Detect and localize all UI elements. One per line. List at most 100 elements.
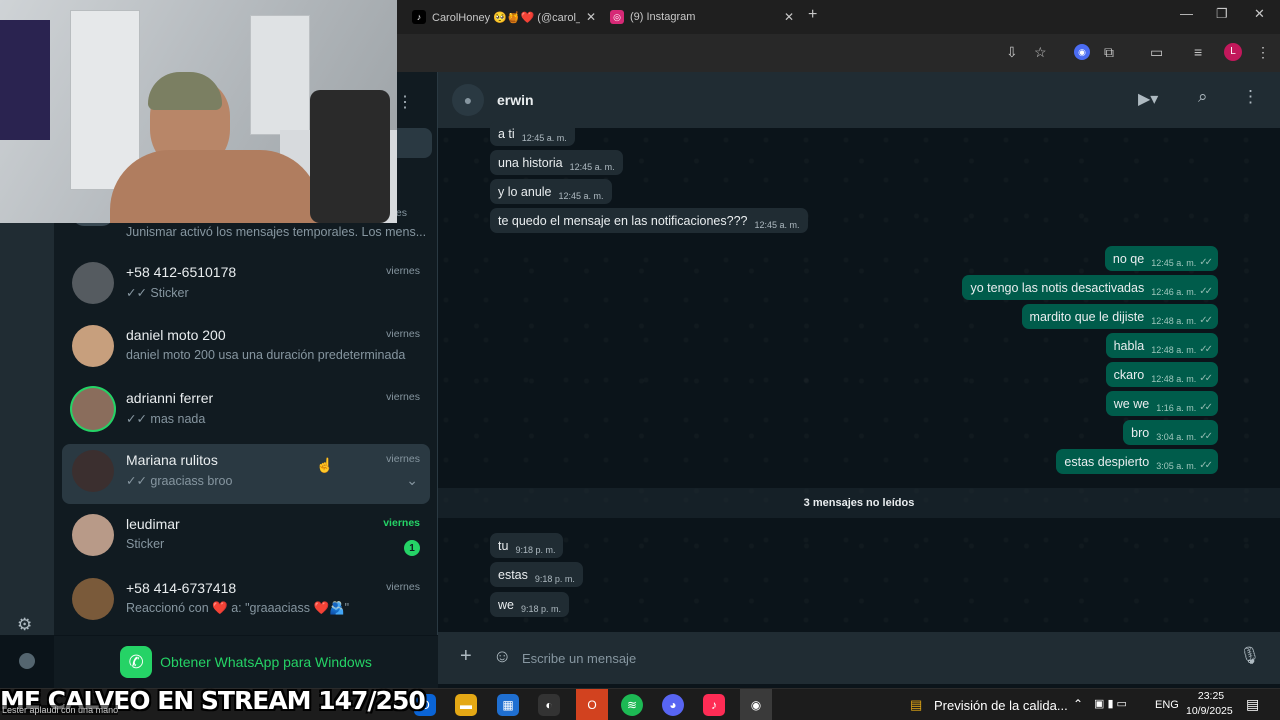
message-text: habla — [1113, 338, 1145, 353]
list-item[interactable]: daniel moto 200 daniel moto 200 usa una … — [62, 319, 430, 379]
chat-preview: daniel moto 200 usa una duración predete… — [126, 348, 406, 362]
message-out[interactable]: ckaro 12:48 a. m. ✓✓ — [1105, 362, 1218, 387]
minimize-icon[interactable]: — — [1180, 6, 1193, 21]
message-out[interactable]: estas despierto 3:05 a. m. ✓✓ — [1056, 449, 1218, 474]
clock-time[interactable]: 23:25 — [1196, 690, 1226, 702]
contact-name[interactable]: erwin — [497, 92, 534, 108]
list-item[interactable]: adrianni ferrer ✓✓ mas nada viernes — [62, 382, 430, 442]
file-explorer-icon[interactable]: ▬ — [455, 694, 477, 716]
weather-icon: ▤ — [910, 697, 923, 712]
emoji-sticker-icon[interactable]: ☺ — [493, 646, 511, 667]
weather-text[interactable]: Previsión de la calida... — [934, 698, 1068, 713]
chat-name: adrianni ferrer — [126, 390, 214, 406]
app-icon[interactable]: ◐ — [538, 694, 560, 716]
message-in[interactable]: we 9:18 p. m. — [490, 592, 570, 617]
chat-preview: ✓✓ Sticker — [126, 286, 189, 300]
message-text: a ti — [498, 126, 515, 141]
tray-chevron-icon[interactable]: ⌃ — [1073, 697, 1083, 711]
person-body — [110, 150, 320, 223]
message-text: te quedo el mensaje en las notificacione… — [498, 213, 748, 228]
get-whatsapp-banner[interactable]: ✆ Obtener WhatsApp para Windows — [54, 636, 438, 688]
double-check-icon: ✓✓ — [1199, 315, 1213, 326]
chat-header[interactable]: ● erwin ▶▾ ⌕ ⋮ — [438, 72, 1280, 128]
avatar — [72, 578, 114, 620]
video-call-icon[interactable]: ▶▾ — [1138, 89, 1158, 109]
notification-icon[interactable]: ▤ — [1246, 696, 1259, 713]
double-check-icon: ✓✓ — [1199, 460, 1213, 471]
message-time: 12:45 a. m. — [1151, 257, 1197, 268]
double-check-icon: ✓✓ — [1199, 373, 1213, 384]
message-out[interactable]: mardito que le dijiste 12:48 a. m. ✓✓ — [1021, 304, 1218, 329]
list-item[interactable]: +58 414-6737418 Reaccionó con ❤️ a: "gra… — [62, 572, 430, 632]
message-in[interactable]: tu 9:18 p. m. — [490, 533, 564, 558]
search-icon[interactable]: ⌕ — [1198, 87, 1208, 107]
whatsapp-logo-icon: ✆ — [120, 646, 153, 678]
clock-date[interactable]: 10/9/2025 — [1186, 705, 1233, 717]
chat-name: leudimar — [126, 516, 180, 532]
message-time: 12:46 a. m. — [1151, 286, 1197, 297]
new-tab-button[interactable]: + — [808, 6, 817, 24]
message-in[interactable]: a ti 12:45 a. m. — [490, 121, 575, 146]
door — [70, 10, 140, 190]
media-control-icon[interactable]: ≡ — [1194, 44, 1202, 60]
tab-instagram[interactable]: ◎ (9) Instagram ✕ — [610, 4, 800, 30]
instagram-icon: ◎ — [610, 10, 624, 24]
browser-menu-icon[interactable]: ⋮ — [1256, 44, 1270, 61]
extension-icon[interactable]: ◉ — [1074, 44, 1090, 60]
bookmark-star-icon[interactable]: ☆ — [1034, 44, 1047, 61]
screen-share-icon[interactable]: ▭ — [1150, 44, 1163, 61]
message-input[interactable] — [522, 644, 1222, 672]
message-out[interactable]: no qe 12:45 a. m. ✓✓ — [1104, 246, 1218, 271]
message-time: 9:18 p. m. — [534, 573, 575, 584]
message-in[interactable]: y lo anule 12:45 a. m. — [490, 179, 612, 204]
opera-icon[interactable]: O — [576, 689, 608, 720]
chevron-down-icon[interactable]: ⌄ — [406, 472, 418, 489]
store-icon[interactable]: ▦ — [497, 694, 519, 716]
list-item[interactable]: Mariana rulitos ✓✓ graaciass broo vierne… — [62, 444, 430, 504]
chrome-icon[interactable]: ◉ — [740, 689, 772, 720]
spotify-icon[interactable]: ≋ — [621, 694, 643, 716]
message-in[interactable]: una historia 12:45 a. m. — [490, 150, 623, 175]
gaming-chair — [310, 90, 390, 223]
contact-avatar-icon[interactable]: ● — [452, 84, 484, 116]
double-check-icon: ✓✓ — [1199, 286, 1213, 297]
message-area: a ti 12:45 a. m. una historia 12:45 a. m… — [438, 121, 1280, 632]
puzzle-icon[interactable]: ⧉ — [1104, 44, 1114, 61]
message-in[interactable]: estas 9:18 p. m. — [490, 562, 583, 587]
message-time: 12:45 a. m. — [558, 190, 604, 201]
language-indicator[interactable]: ENG — [1155, 699, 1179, 711]
close-tab-icon[interactable]: ✕ — [778, 10, 800, 24]
cap — [148, 72, 222, 110]
tiktok-app-icon[interactable]: ♪ — [703, 694, 725, 716]
message-text: una historia — [498, 155, 563, 170]
close-window-icon[interactable]: ✕ — [1254, 6, 1265, 22]
door — [250, 15, 310, 135]
discord-icon[interactable]: ◕ — [662, 694, 684, 716]
profile-avatar[interactable]: L — [1224, 43, 1242, 61]
avatar — [72, 388, 114, 430]
menu-dots-icon[interactable]: ⋮ — [397, 92, 413, 112]
message-out[interactable]: we we 1:16 a. m. ✓✓ — [1105, 391, 1218, 416]
chat-date: viernes — [383, 517, 420, 529]
chat-date: viernes — [386, 265, 420, 277]
message-time: 12:45 a. m. — [754, 219, 800, 230]
message-out[interactable]: bro 3:04 a. m. ✓✓ — [1123, 420, 1218, 445]
attach-plus-icon[interactable]: + — [460, 645, 472, 668]
message-time: 3:05 a. m. — [1156, 460, 1197, 471]
close-tab-icon[interactable]: ✕ — [580, 10, 602, 24]
profile-icon[interactable] — [19, 653, 35, 669]
list-item[interactable]: +58 412-6510178 ✓✓ Sticker viernes — [62, 256, 430, 316]
settings-gear-icon[interactable]: ⚙ — [17, 615, 32, 635]
chat-menu-icon[interactable]: ⋮ — [1242, 87, 1259, 107]
maximize-icon[interactable]: ❐ — [1216, 6, 1228, 22]
install-app-icon[interactable]: ⇩ — [1006, 44, 1018, 61]
tray-icons[interactable]: ▣ ▮ ▭ — [1094, 697, 1127, 710]
tab-tiktok[interactable]: ♪ CarolHoney 🥺🍯❤️ (@carol_h ✕ — [412, 4, 602, 30]
microphone-icon[interactable]: 🎙 — [1239, 646, 1261, 666]
message-in[interactable]: te quedo el mensaje en las notificacione… — [490, 208, 808, 233]
list-item[interactable]: leudimar Sticker viernes 1 — [62, 508, 430, 568]
chat-date: es — [395, 207, 407, 219]
message-out[interactable]: yo tengo las notis desactivadas 12:46 a.… — [962, 275, 1218, 300]
message-out[interactable]: habla 12:48 a. m. ✓✓ — [1105, 333, 1218, 358]
message-text: bro — [1131, 425, 1150, 440]
